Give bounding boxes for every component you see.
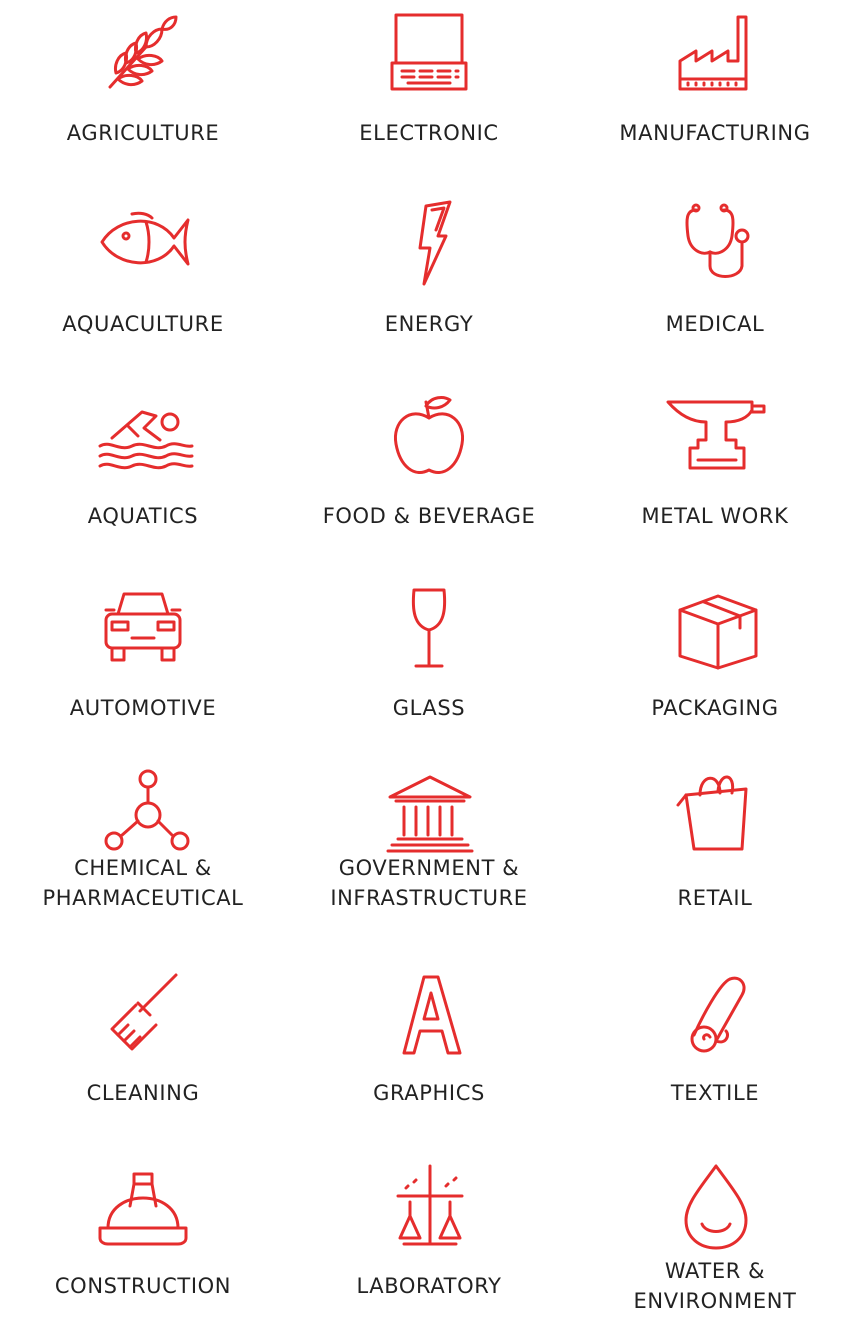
industry-label-line-1: GLASS [392, 696, 466, 720]
industry-label: GRAPHICS [286, 1078, 572, 1108]
letter-a-icon [374, 965, 484, 1055]
industry-label-line-1: PACKAGING [651, 696, 779, 720]
industry-tile: METAL WORK [572, 388, 858, 558]
industry-label: LABORATORY [286, 1271, 572, 1301]
industry-tile: AQUACULTURE [0, 196, 286, 366]
factory-icon [660, 5, 770, 95]
industry-label: WATER & ENVIRONMENT [572, 1256, 858, 1316]
industry-label-line-1: TEXTILE [670, 1081, 760, 1105]
industry-label-line-1: FOOD & BEVERAGE [322, 504, 536, 528]
industry-tile: GRAPHICS [286, 965, 572, 1135]
swimmer-icon [88, 388, 198, 478]
industry-label: AQUATICS [0, 501, 286, 531]
industry-tile: PACKAGING [572, 580, 858, 750]
industry-label-line-1: MANUFACTURING [619, 121, 811, 145]
industry-label-line-1: CLEANING [86, 1081, 200, 1105]
fabric-roll-icon [660, 965, 770, 1055]
industry-label-line-2: INFRASTRUCTURE [330, 886, 528, 910]
industry-label: GLASS [286, 693, 572, 723]
industry-label-line-1: CHEMICAL & [74, 856, 212, 880]
anvil-icon [660, 388, 770, 478]
industry-label: MEDICAL [572, 309, 858, 339]
water-drop-icon [660, 1158, 770, 1250]
lightning-bolt-icon [374, 196, 484, 286]
industry-label-line-1: ENERGY [384, 312, 474, 336]
industry-label-line-1: METAL WORK [641, 504, 789, 528]
industry-label: ENERGY [286, 309, 572, 339]
industry-tile: TEXTILE [572, 965, 858, 1135]
stethoscope-icon [660, 196, 770, 286]
industry-tile: AQUATICS [0, 388, 286, 558]
brush-icon [88, 965, 198, 1055]
industry-tile: FOOD & BEVERAGE [286, 388, 572, 558]
industry-label: TEXTILE [572, 1078, 858, 1108]
industry-label: MANUFACTURING [572, 118, 858, 148]
industry-tile: CHEMICAL & PHARMACEUTICAL [0, 765, 286, 935]
industry-tile: MANUFACTURING [572, 5, 858, 175]
industry-label: FOOD & BEVERAGE [286, 501, 572, 531]
government-building-icon [374, 765, 484, 855]
apple-icon [374, 388, 484, 478]
industry-label-line-1: AUTOMOTIVE [69, 696, 217, 720]
car-icon [88, 580, 198, 670]
box-icon [660, 580, 770, 670]
hard-hat-icon [88, 1158, 198, 1248]
industry-label-line-2: PHARMACEUTICAL [42, 886, 244, 910]
industry-label: METAL WORK [572, 501, 858, 531]
industry-label-line-1: WATER & [664, 1259, 766, 1283]
industry-label-line-1: AQUACULTURE [62, 312, 224, 336]
industry-tile: ENERGY [286, 196, 572, 366]
industry-label-line-1: MEDICAL [665, 312, 765, 336]
industry-label-line-1: LABORATORY [356, 1274, 502, 1298]
industry-label: CLEANING [0, 1078, 286, 1108]
industry-tile: AGRICULTURE [0, 5, 286, 175]
industry-tile: AUTOMOTIVE [0, 580, 286, 750]
industry-label: CONSTRUCTION [0, 1271, 286, 1301]
industry-tile: RETAIL [572, 765, 858, 935]
industry-label: CHEMICAL & PHARMACEUTICAL [0, 853, 286, 913]
industry-label-line-2: ENVIRONMENT [633, 1289, 797, 1313]
industry-label-line-1: AQUATICS [87, 504, 199, 528]
flasks-scale-icon [374, 1158, 484, 1248]
industry-label-line-1: GRAPHICS [373, 1081, 485, 1105]
industry-label-line-1: ELECTRONIC [359, 121, 499, 145]
industry-label: AGRICULTURE [0, 118, 286, 148]
industry-label: RETAIL [572, 883, 858, 913]
industry-label: AUTOMOTIVE [0, 693, 286, 723]
laptop-icon [374, 5, 484, 95]
industry-tile: MEDICAL [572, 196, 858, 366]
industry-label-line-1: AGRICULTURE [66, 121, 220, 145]
industry-label-line-1: RETAIL [677, 886, 753, 910]
shopping-bag-icon [660, 765, 770, 855]
industry-label: AQUACULTURE [0, 309, 286, 339]
industry-label-line-1: GOVERNMENT & [338, 856, 520, 880]
wine-glass-icon [374, 580, 484, 670]
industry-tile: CLEANING [0, 965, 286, 1135]
industry-label: PACKAGING [572, 693, 858, 723]
molecule-icon [88, 765, 198, 855]
industry-label: ELECTRONIC [286, 118, 572, 148]
industry-label-line-1: CONSTRUCTION [54, 1274, 232, 1298]
industry-tile: GLASS [286, 580, 572, 750]
industry-label: GOVERNMENT & INFRASTRUCTURE [286, 853, 572, 913]
industry-tile: GOVERNMENT & INFRASTRUCTURE [286, 765, 572, 935]
wheat-icon [88, 5, 198, 95]
industry-tile: ELECTRONIC [286, 5, 572, 175]
fish-icon [88, 196, 198, 286]
